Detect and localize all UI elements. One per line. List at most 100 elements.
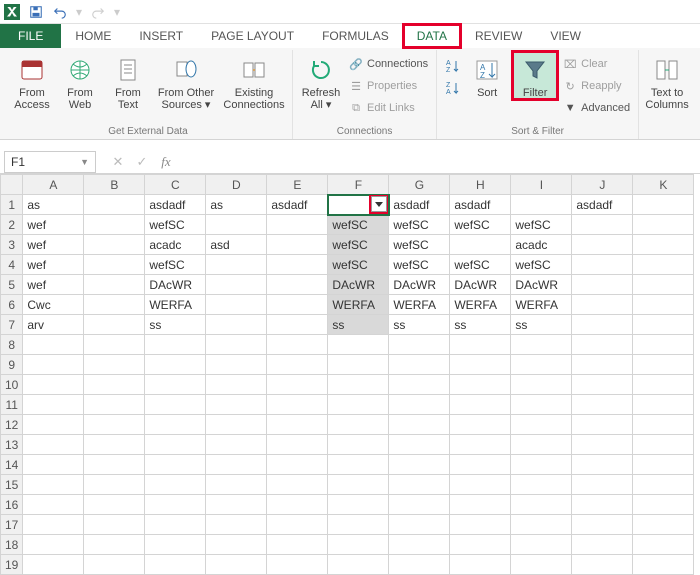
advanced-filter-button[interactable]: ▼Advanced xyxy=(561,98,632,118)
cell[interactable] xyxy=(450,495,511,515)
cell[interactable]: WERFA xyxy=(145,295,206,315)
cell[interactable] xyxy=(206,355,267,375)
cell[interactable] xyxy=(450,555,511,575)
cell[interactable] xyxy=(572,215,633,235)
cell[interactable] xyxy=(145,415,206,435)
column-header[interactable]: A xyxy=(23,175,84,195)
cell[interactable] xyxy=(450,375,511,395)
cell[interactable] xyxy=(511,515,572,535)
cell[interactable] xyxy=(145,435,206,455)
cell[interactable] xyxy=(23,375,84,395)
cell[interactable]: wef xyxy=(23,215,84,235)
connections-button[interactable]: 🔗Connections xyxy=(347,54,430,74)
column-header[interactable]: F xyxy=(328,175,389,195)
tab-formulas[interactable]: FORMULAS xyxy=(308,24,403,48)
cell[interactable] xyxy=(145,535,206,555)
from-other-sources-button[interactable]: From Other Sources ▾ xyxy=(154,52,218,111)
cell[interactable]: Cwc xyxy=(23,295,84,315)
cell[interactable] xyxy=(389,455,450,475)
row-header[interactable]: 6 xyxy=(1,295,23,315)
cell[interactable] xyxy=(633,215,694,235)
cell[interactable] xyxy=(84,535,145,555)
cell[interactable] xyxy=(450,435,511,455)
cell[interactable] xyxy=(633,275,694,295)
cell[interactable]: asd xyxy=(206,235,267,255)
cell[interactable] xyxy=(23,515,84,535)
sort-button[interactable]: AZ Sort xyxy=(465,52,509,99)
cell[interactable] xyxy=(84,295,145,315)
cell[interactable] xyxy=(84,555,145,575)
cell[interactable] xyxy=(145,455,206,475)
edit-links-button[interactable]: ⧉Edit Links xyxy=(347,98,430,118)
cell[interactable]: asdadf xyxy=(267,195,328,215)
cell[interactable] xyxy=(23,495,84,515)
cell[interactable] xyxy=(206,475,267,495)
cell[interactable] xyxy=(206,435,267,455)
cell[interactable]: wef xyxy=(23,255,84,275)
cell[interactable] xyxy=(572,355,633,375)
cell[interactable]: WERFA xyxy=(389,295,450,315)
cell[interactable] xyxy=(389,375,450,395)
row-header[interactable]: 10 xyxy=(1,375,23,395)
cancel-formula-icon[interactable]: ✕ xyxy=(106,151,130,173)
from-access-button[interactable]: From Access xyxy=(10,52,54,111)
cell[interactable] xyxy=(267,315,328,335)
cell[interactable] xyxy=(389,355,450,375)
filter-dropdown-button[interactable] xyxy=(371,196,387,212)
cell[interactable] xyxy=(511,335,572,355)
cell[interactable] xyxy=(267,275,328,295)
cell[interactable]: wefSC xyxy=(389,255,450,275)
cell[interactable] xyxy=(450,235,511,255)
cell[interactable] xyxy=(84,355,145,375)
properties-button[interactable]: ☰Properties xyxy=(347,76,430,96)
cell[interactable]: wefSC xyxy=(511,215,572,235)
cell[interactable] xyxy=(389,395,450,415)
from-text-button[interactable]: From Text xyxy=(106,52,150,111)
cell[interactable] xyxy=(572,295,633,315)
tab-home[interactable]: HOME xyxy=(61,24,125,48)
cell[interactable] xyxy=(267,555,328,575)
cell[interactable] xyxy=(633,395,694,415)
cell[interactable] xyxy=(267,355,328,375)
cell[interactable]: ss xyxy=(450,315,511,335)
undo-icon[interactable] xyxy=(52,4,68,20)
cell[interactable]: WERFA xyxy=(328,295,389,315)
cell[interactable]: DAcWR xyxy=(389,275,450,295)
formula-input[interactable] xyxy=(178,151,700,173)
row-header[interactable]: 5 xyxy=(1,275,23,295)
row-header[interactable]: 2 xyxy=(1,215,23,235)
column-header[interactable]: H xyxy=(450,175,511,195)
cell[interactable] xyxy=(450,515,511,535)
cell[interactable] xyxy=(511,535,572,555)
row-header[interactable]: 3 xyxy=(1,235,23,255)
reapply-button[interactable]: ↻Reapply xyxy=(561,76,632,96)
tab-review[interactable]: REVIEW xyxy=(461,24,536,48)
cell[interactable] xyxy=(84,215,145,235)
cell[interactable] xyxy=(633,455,694,475)
row-header[interactable]: 12 xyxy=(1,415,23,435)
cell[interactable] xyxy=(23,435,84,455)
cell[interactable] xyxy=(511,455,572,475)
cell[interactable]: wefSC xyxy=(145,255,206,275)
cell[interactable] xyxy=(84,275,145,295)
cell[interactable] xyxy=(84,375,145,395)
cell[interactable] xyxy=(572,455,633,475)
row-header[interactable]: 11 xyxy=(1,395,23,415)
cell[interactable] xyxy=(267,495,328,515)
cell[interactable] xyxy=(328,475,389,495)
name-box[interactable]: F1 ▼ xyxy=(4,151,96,173)
cell[interactable] xyxy=(206,295,267,315)
cell[interactable] xyxy=(633,195,694,215)
existing-connections-button[interactable]: Existing Connections xyxy=(222,52,286,111)
cell[interactable] xyxy=(572,275,633,295)
cell[interactable] xyxy=(23,555,84,575)
cell[interactable] xyxy=(328,355,389,375)
column-header[interactable]: E xyxy=(267,175,328,195)
cell[interactable] xyxy=(389,555,450,575)
cell[interactable] xyxy=(633,475,694,495)
cell[interactable]: wefSC xyxy=(328,255,389,275)
cell[interactable] xyxy=(206,275,267,295)
cell[interactable] xyxy=(145,515,206,535)
cell[interactable] xyxy=(450,355,511,375)
cell[interactable] xyxy=(511,435,572,455)
